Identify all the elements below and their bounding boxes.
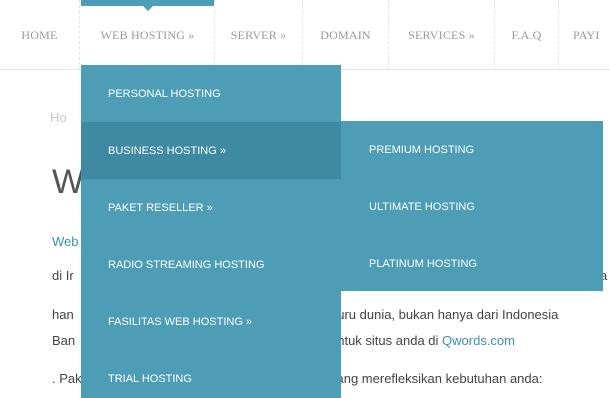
dropdown-item-paket-reseller[interactable]: PAKET RESELLER » bbox=[81, 179, 341, 236]
dropdown-item-radio-streaming-hosting[interactable]: RADIO STREAMING HOSTING bbox=[81, 236, 341, 293]
qwords-link[interactable]: Qwords.com bbox=[442, 333, 515, 348]
body-text-line: Ban bbox=[52, 333, 76, 348]
nav-item-label: WEB HOSTING » bbox=[100, 27, 195, 42]
dropdown-item-label: RADIO STREAMING HOSTING bbox=[108, 258, 265, 271]
nav-item-home[interactable]: HOME bbox=[0, 0, 80, 70]
nav-item-label: F.A.Q bbox=[511, 27, 542, 42]
caret-down-icon bbox=[142, 6, 153, 11]
nav-item-web-hosting[interactable]: WEB HOSTING » bbox=[81, 0, 215, 70]
dropdown-item-label: PERSONAL HOSTING bbox=[108, 87, 221, 100]
dropdown-item-label: FASILITAS WEB HOSTING » bbox=[108, 315, 253, 328]
dropdown-item-business-hosting[interactable]: BUSINESS HOSTING » bbox=[81, 122, 341, 179]
submenu-item-label: PREMIUM HOSTING bbox=[369, 143, 475, 156]
nav-item-label: DOMAIN bbox=[320, 27, 371, 42]
dropdown-item-label: PAKET RESELLER » bbox=[108, 201, 213, 214]
nav-item-label: HOME bbox=[21, 27, 58, 42]
intro-link[interactable]: Web bbox=[52, 234, 79, 249]
body-text-line: han bbox=[52, 307, 74, 322]
nav-item-domain[interactable]: DOMAIN bbox=[303, 0, 389, 70]
nav-item-label: PAYI bbox=[573, 27, 600, 42]
breadcrumb[interactable]: Ho bbox=[50, 110, 67, 125]
nav-item-services[interactable]: SERVICES » bbox=[389, 0, 495, 70]
nav-item-server[interactable]: SERVER » bbox=[215, 0, 303, 70]
submenu-item-ultimate-hosting[interactable]: ULTIMATE HOSTING bbox=[341, 178, 603, 235]
page-title: W bbox=[52, 163, 85, 201]
dropdown-item-label: BUSINESS HOSTING » bbox=[108, 144, 226, 157]
nav-item-faq[interactable]: F.A.Q bbox=[495, 0, 559, 70]
submenu-item-premium-hosting[interactable]: PREMIUM HOSTING bbox=[341, 121, 603, 178]
submenu-item-label: ULTIMATE HOSTING bbox=[369, 200, 475, 213]
body-text-line: . Pak bbox=[52, 371, 82, 386]
body-text-line: di Ir bbox=[52, 268, 74, 283]
body-text-segment: untuk situs anda di bbox=[330, 333, 443, 348]
body-text-line: yang merefleksikan kebutuhan anda: bbox=[330, 371, 543, 386]
submenu-item-label: PLATINUM HOSTING bbox=[369, 257, 477, 270]
body-text-line: guru dunia, bukan hanya dari Indonesia bbox=[330, 307, 559, 322]
nav-item-label: SERVICES » bbox=[408, 27, 475, 42]
nav-item-payment[interactable]: PAYI bbox=[559, 0, 610, 70]
dropdown-item-label: TRIAL HOSTING bbox=[108, 372, 192, 385]
body-text-line: untuk situs anda di Qwords.com bbox=[330, 333, 515, 348]
dropdown-item-trial-hosting[interactable]: TRIAL HOSTING bbox=[81, 350, 341, 398]
business-hosting-submenu: PREMIUM HOSTING ULTIMATE HOSTING PLATINU… bbox=[341, 121, 603, 291]
dropdown-item-fasilitas-web-hosting[interactable]: FASILITAS WEB HOSTING » bbox=[81, 293, 341, 350]
nav-item-label: SERVER » bbox=[230, 27, 287, 42]
main-navbar: HOME WEB HOSTING » SERVER » DOMAIN SERVI… bbox=[0, 0, 610, 70]
web-hosting-dropdown: PERSONAL HOSTING BUSINESS HOSTING » PAKE… bbox=[81, 65, 341, 398]
dropdown-item-personal-hosting[interactable]: PERSONAL HOSTING bbox=[81, 65, 341, 122]
submenu-item-platinum-hosting[interactable]: PLATINUM HOSTING bbox=[341, 235, 603, 292]
